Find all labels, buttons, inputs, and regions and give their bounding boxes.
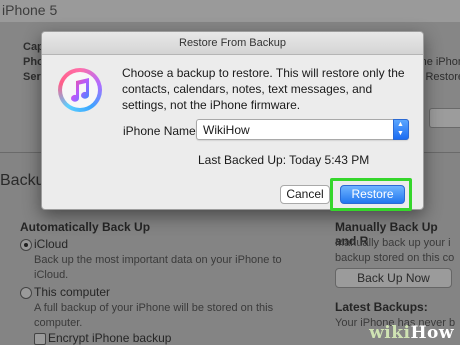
iphone-name-label: iPhone Name: <box>123 124 200 138</box>
device-title-bar: iPhone 5 <box>0 0 460 23</box>
cancel-button[interactable]: Cancel <box>280 185 330 204</box>
selected-backup-value: WikiHow <box>203 123 250 137</box>
backups-title: Backu <box>0 172 45 189</box>
wikihow-watermark: wikiHow <box>369 323 454 343</box>
icloud-label[interactable]: iCloud <box>34 237 68 251</box>
back-up-now-button[interactable]: Back Up Now <box>335 268 452 288</box>
dialog-titlebar: Restore From Backup <box>42 32 423 55</box>
latest-backups-heading: Latest Backups: <box>335 300 428 314</box>
restore-iphone-button-partial[interactable] <box>429 108 460 128</box>
dialog-title: Restore From Backup <box>179 37 286 49</box>
last-backed-up-text: Last Backed Up: Today 5:43 PM <box>198 153 370 167</box>
restore-message: Choose a backup to restore. This will re… <box>122 66 405 112</box>
iphone-name-select[interactable]: WikiHow ▲ ▼ <box>196 119 409 140</box>
select-chevron-icon[interactable]: ▲ ▼ <box>393 119 409 140</box>
encrypt-backup-checkbox[interactable] <box>34 333 46 345</box>
manual-backup-description: Manually back up your i backup stored on… <box>335 237 455 264</box>
device-title: iPhone 5 <box>2 2 58 18</box>
this-computer-description: A full backup of your iPhone will be sto… <box>34 302 274 329</box>
restore-button[interactable]: Restore <box>340 185 405 204</box>
this-computer-radio[interactable] <box>20 287 32 299</box>
restore-from-backup-dialog: Restore From Backup Choose a backup to r… <box>41 31 424 211</box>
encrypt-backup-label[interactable]: Encrypt iPhone backup <box>48 331 171 345</box>
this-computer-label[interactable]: This computer <box>34 285 110 299</box>
icloud-description: Back up the most important data on your … <box>34 254 282 281</box>
auto-backup-heading: Automatically Back Up <box>20 220 151 234</box>
itunes-icon <box>58 68 102 112</box>
icloud-radio[interactable] <box>20 239 32 251</box>
